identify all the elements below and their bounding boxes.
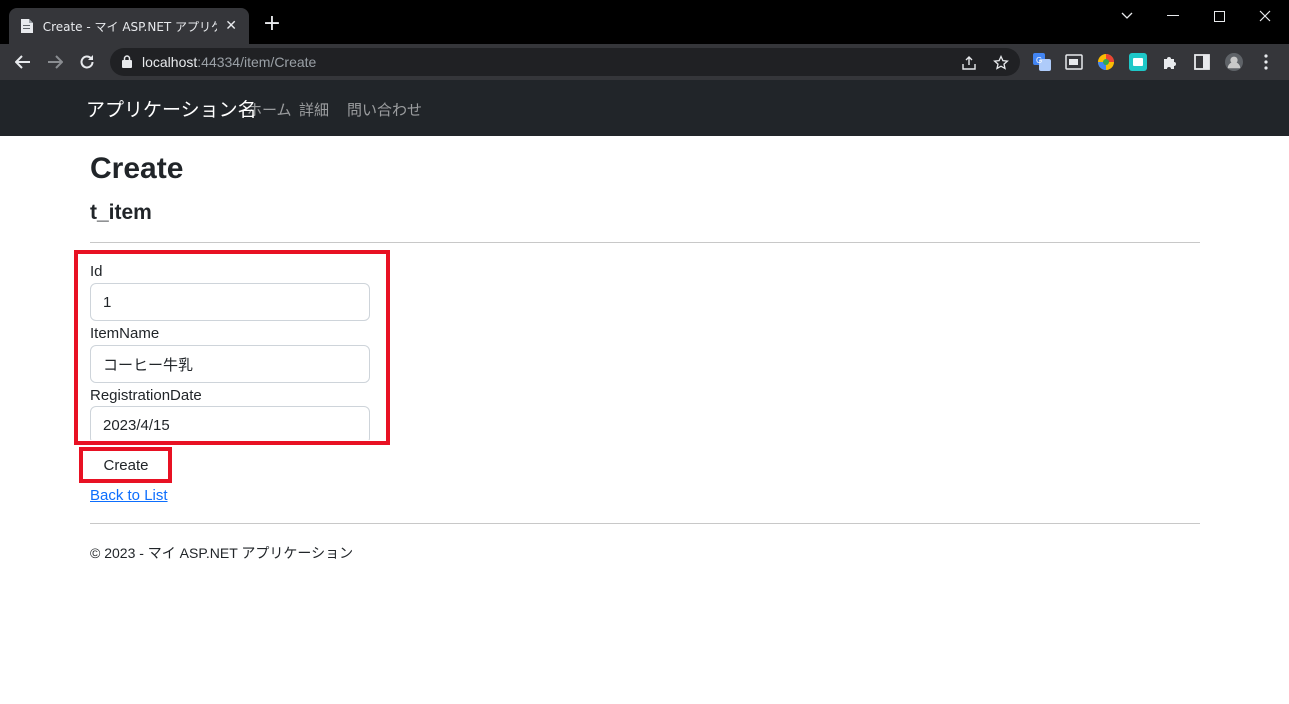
address-bar[interactable]: localhost:44334/item/Create: [110, 48, 1020, 76]
new-tab-icon[interactable]: +: [260, 12, 284, 36]
navbar-brand[interactable]: アプリケーション名: [86, 95, 257, 122]
side-panel-icon[interactable]: [1193, 53, 1211, 71]
footer-divider: [90, 523, 1200, 524]
nav-link-home[interactable]: ホーム: [247, 99, 292, 120]
close-tab-icon[interactable]: ✕: [223, 18, 239, 34]
entity-subtitle: t_item: [90, 201, 152, 224]
itemname-input[interactable]: [90, 345, 370, 383]
back-to-list-link[interactable]: Back to List: [90, 487, 168, 504]
share-icon[interactable]: [960, 54, 978, 72]
maximize-icon[interactable]: [1196, 4, 1242, 28]
itemname-label: ItemName: [90, 325, 160, 342]
browser-toolbar: localhost:44334/item/Create G: [0, 44, 1289, 80]
footer-copyright: © 2023 - マイ ASP.NET アプリケーション: [90, 545, 354, 561]
browser-tab[interactable]: Create - マイ ASP.NET アプリケーション ✕: [9, 8, 249, 44]
nav-link-contact[interactable]: 問い合わせ: [347, 99, 422, 120]
divider: [90, 242, 1200, 243]
teal-extension-icon[interactable]: [1129, 53, 1147, 71]
lock-icon[interactable]: [122, 53, 132, 72]
registrationdate-input[interactable]: [90, 406, 370, 440]
page-title: Create: [90, 152, 184, 185]
close-window-icon[interactable]: [1242, 4, 1288, 28]
minimize-icon[interactable]: [1150, 4, 1196, 28]
url-text[interactable]: localhost:44334/item/Create: [142, 54, 316, 70]
puzzle-extensions-icon[interactable]: [1161, 53, 1179, 71]
create-submit-button[interactable]: Create: [86, 452, 166, 478]
reload-icon[interactable]: [75, 50, 99, 74]
page-icon: [19, 18, 35, 34]
translate-extension-icon[interactable]: G: [1033, 53, 1051, 71]
tab-title: Create - マイ ASP.NET アプリケーション: [42, 19, 218, 34]
id-input[interactable]: [90, 283, 370, 321]
id-label: Id: [90, 263, 103, 280]
browser-titlebar: Create - マイ ASP.NET アプリケーション ✕ +: [0, 0, 1289, 44]
back-arrow-icon[interactable]: [11, 50, 35, 74]
registrationdate-label: RegistrationDate: [90, 387, 202, 404]
bookmark-star-icon[interactable]: [992, 54, 1010, 72]
registrationdate-field: [90, 406, 372, 440]
window-extension-icon[interactable]: [1065, 53, 1083, 71]
profile-avatar-icon[interactable]: [1225, 53, 1243, 71]
tab-search-icon[interactable]: [1104, 4, 1150, 28]
svg-text:G: G: [1036, 56, 1042, 65]
menu-kebab-icon[interactable]: [1257, 53, 1275, 71]
site-navbar: アプリケーション名 ホーム 詳細 問い合わせ: [0, 80, 1289, 136]
nav-link-details[interactable]: 詳細: [299, 99, 329, 120]
forward-arrow-icon[interactable]: [43, 50, 67, 74]
colorful-extension-icon[interactable]: [1097, 53, 1115, 71]
